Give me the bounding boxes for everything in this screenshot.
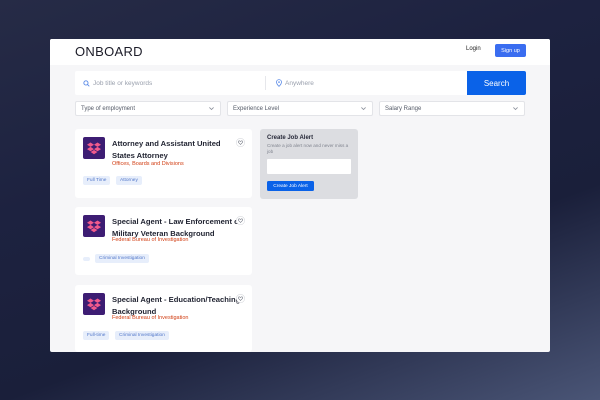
job-tag: Full Time — [83, 176, 111, 185]
location-field[interactable]: Anywhere — [276, 71, 456, 95]
filter-label: Type of employment — [81, 105, 136, 112]
job-tag: Full-time — [83, 331, 110, 340]
filter-salary-range[interactable]: Salary Range — [379, 101, 525, 116]
keywords-field[interactable]: Job title or keywords — [83, 71, 258, 95]
job-card[interactable]: Special Agent - Education/Teaching Backg… — [75, 285, 252, 352]
job-title[interactable]: Attorney and Assistant United States Att… — [112, 138, 242, 162]
top-navbar: ONBOARD Login Sign up — [50, 39, 550, 65]
keywords-placeholder: Job title or keywords — [93, 79, 153, 87]
job-alert-email-input[interactable] — [267, 159, 351, 174]
heart-icon[interactable] — [236, 216, 245, 225]
filter-experience-level[interactable]: Experience Level — [227, 101, 373, 116]
job-tag: Criminal Investigation — [115, 331, 169, 340]
create-job-alert-button[interactable]: Create Job Alert — [267, 181, 314, 191]
job-organization: Federal Bureau of Investigation — [112, 237, 189, 243]
job-alert-panel: Create Job Alert Create a job alert now … — [260, 129, 358, 199]
search-divider — [265, 76, 266, 90]
job-card[interactable]: Attorney and Assistant United States Att… — [75, 129, 252, 198]
filter-label: Experience Level — [233, 105, 280, 112]
job-alert-title: Create Job Alert — [267, 135, 314, 141]
job-alert-description: Create a job alert now and never miss a … — [267, 143, 349, 154]
org-logo — [83, 293, 105, 315]
search-icon — [83, 79, 90, 87]
job-organization: Federal Bureau of Investigation — [112, 315, 189, 321]
dropbox-icon — [87, 298, 101, 310]
job-tag: Criminal Investigation — [95, 254, 149, 263]
job-card[interactable]: Special Agent - Law Enforcement or Milit… — [75, 207, 252, 275]
search-button[interactable]: Search — [467, 71, 526, 95]
org-logo — [83, 137, 105, 159]
dropbox-icon — [87, 220, 101, 232]
chevron-down-icon — [209, 107, 214, 111]
chevron-down-icon — [513, 107, 518, 111]
filter-employment-type[interactable]: Type of employment — [75, 101, 221, 116]
filter-label: Salary Range — [385, 105, 422, 112]
job-tag: Attorney — [116, 176, 142, 185]
login-link[interactable]: Login — [466, 46, 481, 52]
heart-icon[interactable] — [236, 138, 245, 147]
search-bar: Job title or keywords Anywhere Search — [75, 71, 526, 95]
app-window: ONBOARD Login Sign up Job title or keywo… — [50, 39, 550, 352]
location-pin-icon — [276, 79, 282, 87]
chevron-down-icon — [361, 107, 366, 111]
org-logo — [83, 215, 105, 237]
heart-icon[interactable] — [236, 294, 245, 303]
job-organization: Offices, Boards and Divisions — [112, 161, 184, 167]
tag-placeholder — [83, 257, 90, 261]
signup-button[interactable]: Sign up — [495, 44, 526, 57]
brand-logo[interactable]: ONBOARD — [75, 44, 143, 59]
location-placeholder: Anywhere — [285, 79, 314, 87]
dropbox-icon — [87, 142, 101, 154]
